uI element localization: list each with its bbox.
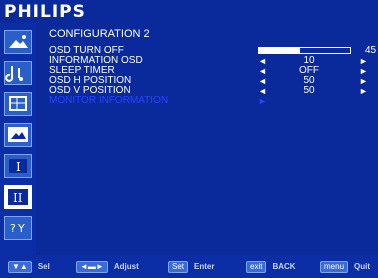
osd-turn-off-value: 45	[365, 45, 377, 56]
quit-hint: menu Quit	[320, 260, 371, 273]
osd-turn-off-slider[interactable]	[258, 47, 351, 54]
quit-label: Quit	[354, 262, 371, 271]
adjust-hint: ◄▬► Adjust	[76, 260, 139, 273]
set-key: Set	[168, 260, 189, 273]
screen-icon[interactable]	[4, 123, 32, 147]
configuration-2-icon[interactable]: II	[4, 185, 32, 209]
enter-hint: Set Enter	[168, 260, 215, 273]
left-arrow-icon[interactable]: ◄	[258, 56, 267, 66]
sel-label: Sel	[37, 262, 50, 271]
header: PHILIPS	[0, 0, 378, 23]
osd-v-position-value: 50	[303, 85, 315, 96]
svg-text:?: ?	[10, 222, 16, 235]
back-label: BACK	[272, 262, 296, 271]
osd-screen: PHILIPS I II ? Y CONFIGURATION 2 OSD TURN…	[0, 0, 378, 278]
audio-icon[interactable]	[4, 61, 32, 85]
right-arrow-icon[interactable]: ►	[359, 76, 368, 86]
menu-title: CONFIGURATION 2	[49, 28, 150, 40]
configuration-1-icon[interactable]: I	[4, 154, 32, 178]
left-arrow-icon[interactable]: ◄	[258, 66, 267, 76]
left-arrow-icon[interactable]: ◄	[258, 76, 267, 86]
osd-turn-off-fill	[259, 48, 300, 53]
up-down-key-icon: ▼▲	[8, 260, 32, 273]
general-settings-icon[interactable]	[4, 92, 32, 116]
advanced-option-icon[interactable]: ? Y	[4, 216, 32, 240]
exit-key: exit	[246, 260, 267, 273]
sel-hint: ▼▲ Sel	[8, 260, 50, 273]
right-arrow-icon[interactable]: ►	[258, 96, 267, 106]
footer-help-bar: ▼▲ Sel ◄▬► Adjust Set Enter exit BACK me…	[0, 255, 378, 278]
enter-label: Enter	[194, 262, 215, 271]
picture-icon[interactable]	[4, 30, 32, 54]
monitor-information-row[interactable]: MONITOR INFORMATION ►	[49, 95, 374, 107]
menu-key: menu	[320, 260, 349, 273]
right-arrow-icon[interactable]: ►	[359, 56, 368, 66]
sidebar: I II ? Y	[0, 23, 36, 255]
left-right-key-icon: ◄▬►	[76, 260, 108, 273]
adjust-label: Adjust	[113, 262, 139, 271]
back-hint: exit BACK	[246, 260, 296, 273]
right-arrow-icon[interactable]: ►	[359, 86, 368, 96]
left-arrow-icon[interactable]: ◄	[258, 86, 267, 96]
svg-text:II: II	[13, 191, 23, 205]
brand-logo: PHILIPS	[4, 2, 86, 22]
svg-text:I: I	[16, 160, 21, 174]
svg-text:Y: Y	[17, 222, 25, 235]
monitor-information-label: MONITOR INFORMATION	[49, 95, 169, 106]
menu-panel: CONFIGURATION 2 OSD TURN OFF 45 INFORMAT…	[36, 23, 378, 255]
right-arrow-icon[interactable]: ►	[359, 66, 368, 76]
